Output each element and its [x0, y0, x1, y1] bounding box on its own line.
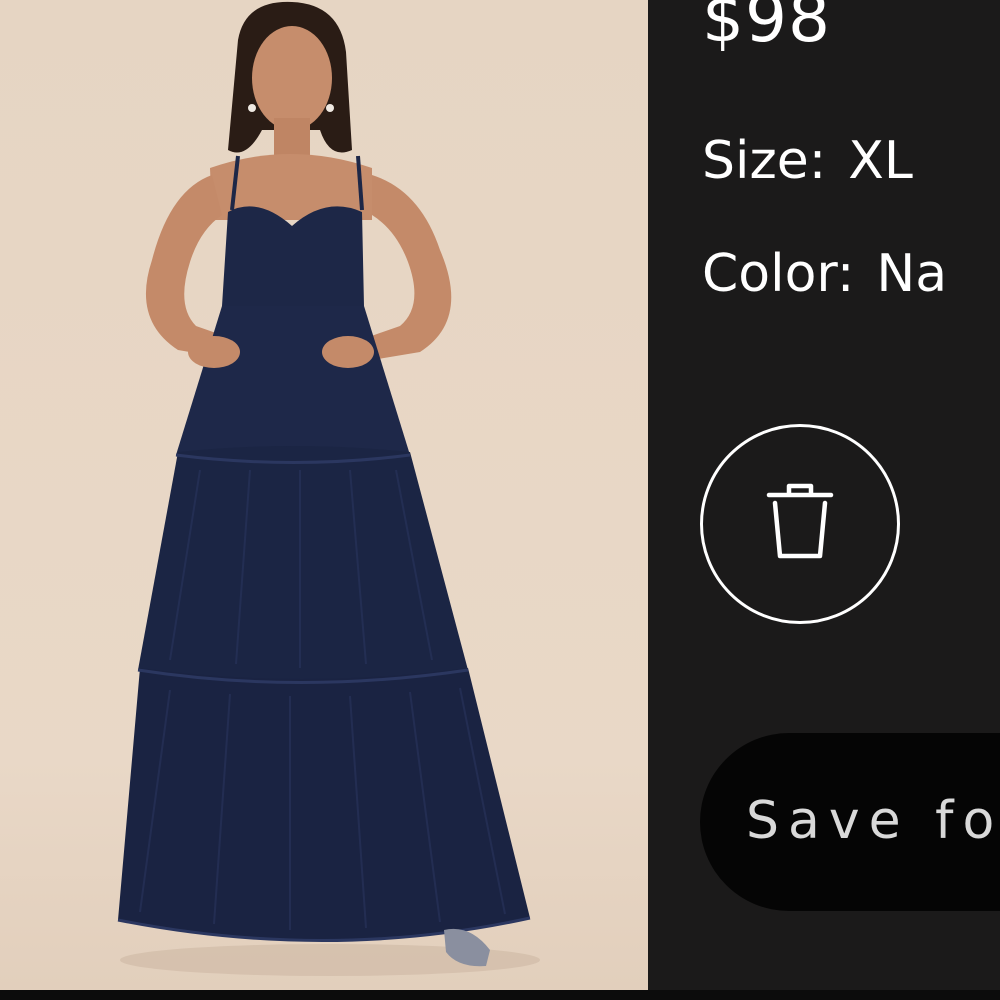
color-row: Color: Na — [702, 248, 947, 300]
product-image[interactable] — [0, 0, 648, 990]
size-value: XL — [848, 131, 913, 191]
price: $98 — [702, 0, 831, 57]
size-row: Size: XL — [702, 135, 913, 187]
bottom-edge — [0, 990, 1000, 1000]
save-for-later-button[interactable]: Save fo — [700, 733, 1000, 911]
size-label: Size: — [702, 131, 827, 191]
color-label: Color: — [702, 244, 855, 304]
save-for-later-label: Save fo — [746, 791, 1000, 851]
trash-icon — [766, 483, 834, 565]
product-details-panel: $98 Size: XL Color: Na Save fo — [648, 0, 1000, 990]
color-value: Na — [876, 244, 948, 304]
remove-item-button[interactable] — [700, 424, 900, 624]
product-photo — [0, 0, 648, 990]
